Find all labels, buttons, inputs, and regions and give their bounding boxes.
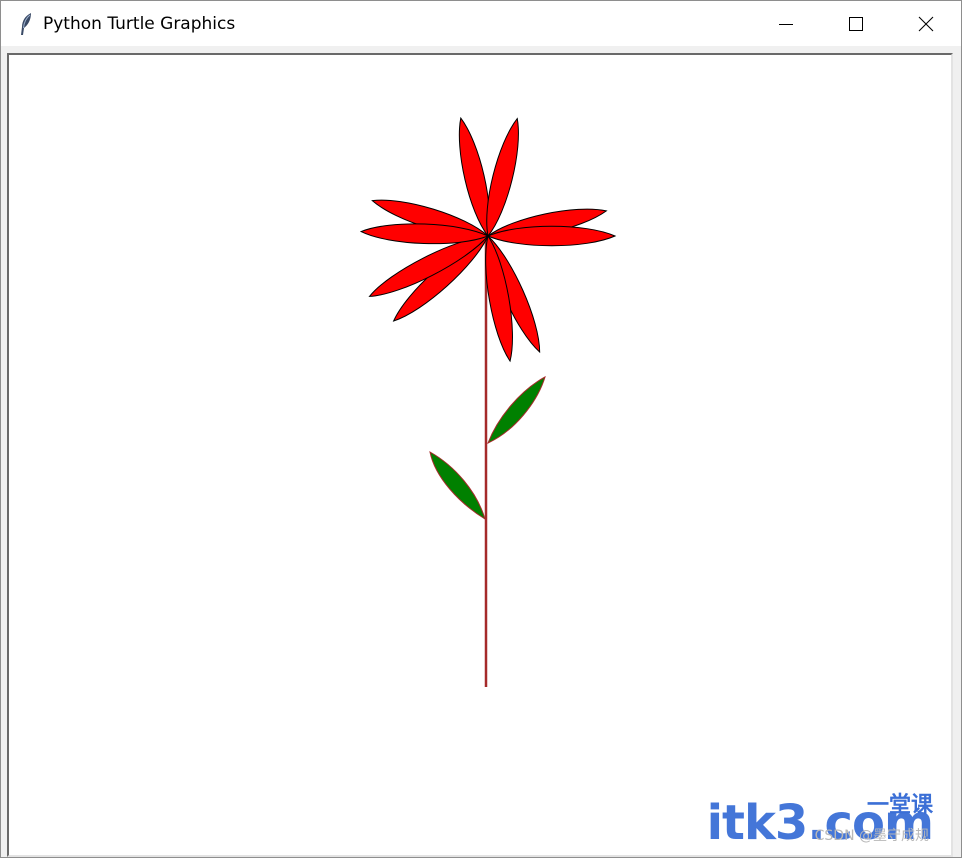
feather-icon xyxy=(15,11,37,37)
minimize-button[interactable] xyxy=(751,1,821,46)
close-button[interactable] xyxy=(891,1,961,46)
title-bar[interactable]: Python Turtle Graphics xyxy=(1,1,961,46)
turtle-window: Python Turtle Graphics 一堂课 itk3.com CSDN… xyxy=(0,0,962,858)
window-controls xyxy=(751,1,961,46)
watermark-small-text: CSDN @墨守成规 xyxy=(814,828,929,844)
petals-group xyxy=(359,116,617,363)
window-title: Python Turtle Graphics xyxy=(43,13,236,34)
flower-drawing xyxy=(359,116,617,687)
upper-leaf xyxy=(487,375,546,444)
maximize-icon xyxy=(848,16,864,32)
close-icon xyxy=(918,16,934,32)
window-client-area: 一堂课 itk3.com CSDN @墨守成规 xyxy=(1,46,961,857)
turtle-canvas[interactable]: 一堂课 itk3.com CSDN @墨守成规 xyxy=(7,53,953,857)
maximize-button[interactable] xyxy=(821,1,891,46)
leaves-group xyxy=(429,375,546,521)
lower-leaf xyxy=(429,451,486,521)
minimize-icon xyxy=(778,16,794,32)
